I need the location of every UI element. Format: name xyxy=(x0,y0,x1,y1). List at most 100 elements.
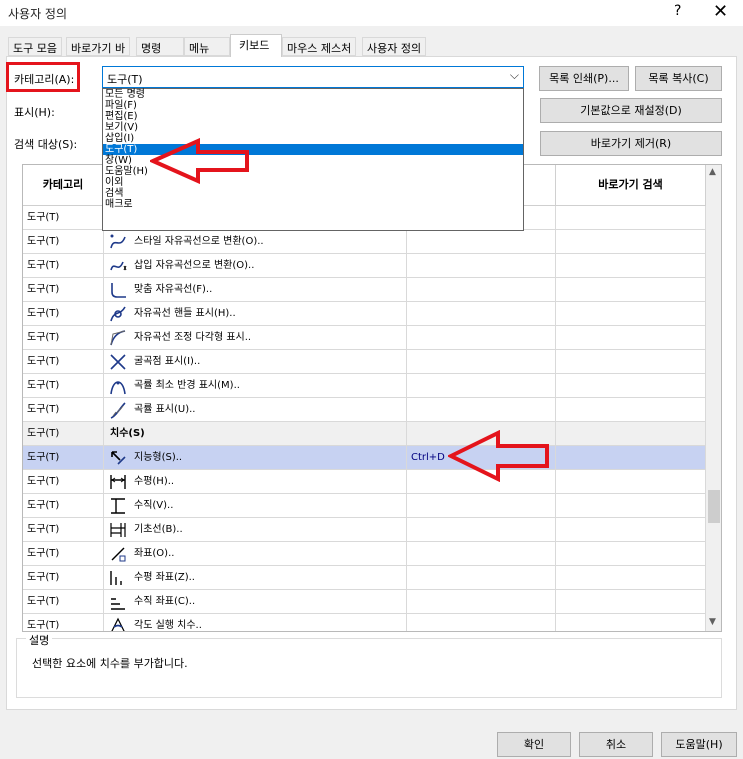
scroll-up-icon[interactable]: ▲ xyxy=(709,167,716,177)
remove-shortcut-button[interactable]: 바로가기 제거(R) xyxy=(540,131,722,156)
table-row[interactable]: 도구(T) 맞춤 자유곡선(F).. xyxy=(23,278,706,302)
cell-search-shortcut xyxy=(556,230,706,253)
cell-search-shortcut xyxy=(556,278,706,301)
table-row[interactable]: 도구(T) 스타일 자유곡선으로 변환(O).. xyxy=(23,230,706,254)
tab-mouse-gestures[interactable]: 마우스 제스처 xyxy=(282,37,357,56)
cell-command: 삽입 자유곡선으로 변환(O).. xyxy=(104,254,407,277)
command-name: 삽입 자유곡선으로 변환(O).. xyxy=(134,260,255,271)
show-label: 표시(H): xyxy=(14,106,55,119)
cell-category: 도구(T) xyxy=(23,470,104,493)
cell-category: 도구(T) xyxy=(23,542,104,565)
category-select[interactable]: 도구(T) ⌵ xyxy=(102,66,524,88)
cancel-button[interactable]: 취소 xyxy=(579,732,653,757)
table-row[interactable]: 도구(T) 삽입 자유곡선으로 변환(O).. xyxy=(23,254,706,278)
command-name: 곡률 최소 반경 표시(M).. xyxy=(134,380,240,391)
cell-category: 도구(T) xyxy=(23,302,104,325)
arrow-pointer-icon xyxy=(448,430,549,482)
cell-category: 도구(T) xyxy=(23,446,104,469)
scroll-thumb[interactable] xyxy=(708,490,720,523)
insert-spline-icon xyxy=(110,261,127,271)
copy-list-button[interactable]: 목록 복사(C) xyxy=(635,66,722,91)
cell-command: 수평 좌표(Z).. xyxy=(104,566,407,589)
help-button[interactable]: 도움말(H) xyxy=(661,732,737,757)
table-row[interactable]: 도구(T) 수직(V).. xyxy=(23,494,706,518)
command-name: 수직 좌표(C).. xyxy=(134,596,196,607)
vertical-scrollbar[interactable]: ▲ ▼ xyxy=(706,165,721,631)
scroll-down-icon[interactable]: ▼ xyxy=(709,617,716,627)
cell-search-shortcut xyxy=(556,518,706,541)
cell-command: 수직(V).. xyxy=(104,494,407,517)
reset-defaults-button[interactable]: 기본값으로 재설정(D) xyxy=(540,98,722,123)
spline-handles-icon xyxy=(110,306,126,322)
command-name: 수평(H).. xyxy=(134,476,175,487)
table-row[interactable]: 도구(T) 곡률 표시(U).. xyxy=(23,398,706,422)
cell-shortcut[interactable] xyxy=(407,614,556,631)
table-row[interactable]: 도구(T) 굴곡점 표시(I).. xyxy=(23,350,706,374)
help-icon[interactable]: ? xyxy=(674,3,681,19)
dropdown-item[interactable]: 매크로 xyxy=(103,199,523,210)
cell-category: 도구(T) xyxy=(23,590,104,613)
cell-search-shortcut xyxy=(556,254,706,277)
tab-toolbars[interactable]: 도구 모음 xyxy=(8,37,62,56)
print-list-button[interactable]: 목록 인쇄(P)... xyxy=(539,66,629,91)
table-row[interactable]: 도구(T) 치수(S) xyxy=(23,422,706,446)
cell-shortcut[interactable] xyxy=(407,518,556,541)
table-row[interactable]: 도구(T) 각도 실행 치수.. xyxy=(23,614,706,631)
cell-category: 도구(T) xyxy=(23,422,104,445)
cell-command: 곡률 표시(U).. xyxy=(104,398,407,421)
cell-command: 스타일 자유곡선으로 변환(O).. xyxy=(104,230,407,253)
cell-shortcut[interactable] xyxy=(407,326,556,349)
table-row[interactable]: 도구(T) 자유곡선 핸들 표시(H).. xyxy=(23,302,706,326)
dropdown-item[interactable]: 편집(E) xyxy=(103,111,523,122)
table-row[interactable]: 도구(T) 지능형(S).. Ctrl+D xyxy=(23,446,706,470)
tab-menus[interactable]: 메뉴 xyxy=(184,37,230,56)
tab-commands[interactable]: 명령 xyxy=(136,37,184,56)
cell-command: 수평(H).. xyxy=(104,470,407,493)
cell-search-shortcut xyxy=(556,422,706,445)
ordinate-dimension-icon xyxy=(111,547,126,562)
cell-shortcut[interactable] xyxy=(407,590,556,613)
cell-command: 곡률 최소 반경 표시(M).. xyxy=(104,374,407,397)
cell-shortcut[interactable] xyxy=(407,566,556,589)
cell-command: 좌표(O).. xyxy=(104,542,407,565)
category-select-value: 도구(T) xyxy=(107,73,143,86)
close-icon[interactable]: ✕ xyxy=(713,1,728,22)
cell-shortcut[interactable] xyxy=(407,350,556,373)
cell-search-shortcut xyxy=(556,374,706,397)
cell-shortcut[interactable] xyxy=(407,374,556,397)
tab-shortcut-bar[interactable]: 바로가기 바 xyxy=(66,37,131,56)
cell-shortcut[interactable] xyxy=(407,398,556,421)
cell-shortcut[interactable] xyxy=(407,302,556,325)
ok-button[interactable]: 확인 xyxy=(497,732,571,757)
dropdown-item[interactable]: 모든 명령 xyxy=(103,89,523,100)
table-row[interactable]: 도구(T) 수평 좌표(Z).. xyxy=(23,566,706,590)
table-row[interactable]: 도구(T) 수평(H).. xyxy=(23,470,706,494)
column-header-category[interactable]: 카테고리 xyxy=(23,165,104,206)
dropdown-item[interactable]: 검색 xyxy=(103,188,523,199)
column-header-search-shortcut[interactable]: 바로가기 검색 xyxy=(556,165,706,206)
table-row[interactable]: 도구(T) 수직 좌표(C).. xyxy=(23,590,706,614)
cell-shortcut[interactable] xyxy=(407,254,556,277)
cell-command: 치수(S) xyxy=(104,422,407,445)
table-row[interactable]: 도구(T) 좌표(O).. xyxy=(23,542,706,566)
angular-running-icon xyxy=(111,617,125,631)
chevron-down-icon[interactable]: ⌵ xyxy=(510,68,519,83)
dropdown-item[interactable]: 파일(F) xyxy=(103,100,523,111)
table-row[interactable]: 도구(T) 기초선(B).. xyxy=(23,518,706,542)
cell-category: 도구(T) xyxy=(23,398,104,421)
cell-command: 수직 좌표(C).. xyxy=(104,590,407,613)
command-name: 곡률 표시(U).. xyxy=(134,404,196,415)
dropdown-item[interactable]: 보기(V) xyxy=(103,122,523,133)
min-radius-icon xyxy=(110,381,126,395)
cell-shortcut[interactable] xyxy=(407,494,556,517)
cell-shortcut[interactable] xyxy=(407,542,556,565)
vertical-dimension-icon xyxy=(111,498,125,514)
tab-keyboard[interactable]: 키보드 xyxy=(230,34,282,57)
cell-shortcut[interactable] xyxy=(407,278,556,301)
cell-shortcut[interactable] xyxy=(407,230,556,253)
tab-customize[interactable]: 사용자 정의 xyxy=(362,37,427,56)
table-row[interactable]: 도구(T) 자유곡선 조정 다각형 표시.. xyxy=(23,326,706,350)
cell-search-shortcut xyxy=(556,614,706,631)
table-row[interactable]: 도구(T) 곡률 최소 반경 표시(M).. xyxy=(23,374,706,398)
horizontal-ordinate-icon xyxy=(110,571,122,585)
